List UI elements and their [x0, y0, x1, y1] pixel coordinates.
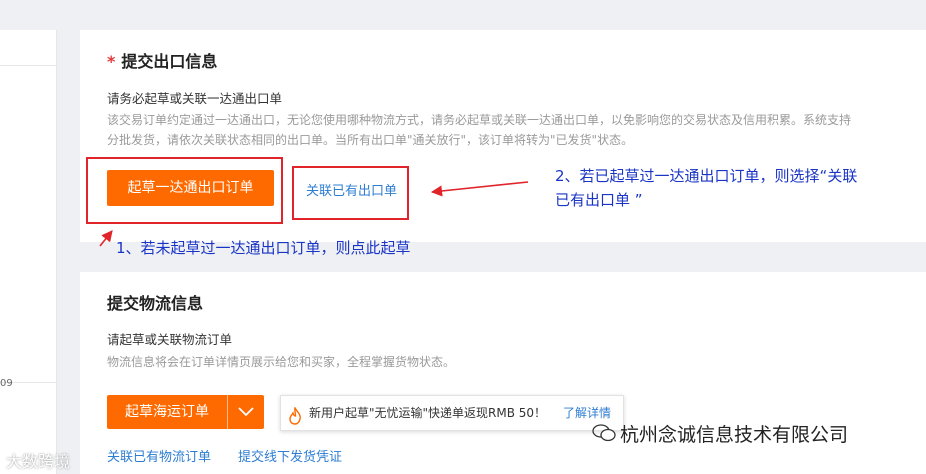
arrow-to-draft-button: [99, 230, 113, 247]
watermark-left-text: 大数跨境: [6, 452, 71, 471]
arrow-to-link-button: [430, 181, 529, 197]
annotation-note-2: 2、若已起草过一达通出口订单，则选择“关联 已有出口单 ”: [555, 167, 858, 209]
watermark-text: 杭州念诚信息技术有限公司: [620, 424, 849, 446]
annotation-note-1: 1、若未起草过一达通出口订单，则点此起草: [116, 239, 411, 257]
wechat-icon: [592, 424, 616, 446]
